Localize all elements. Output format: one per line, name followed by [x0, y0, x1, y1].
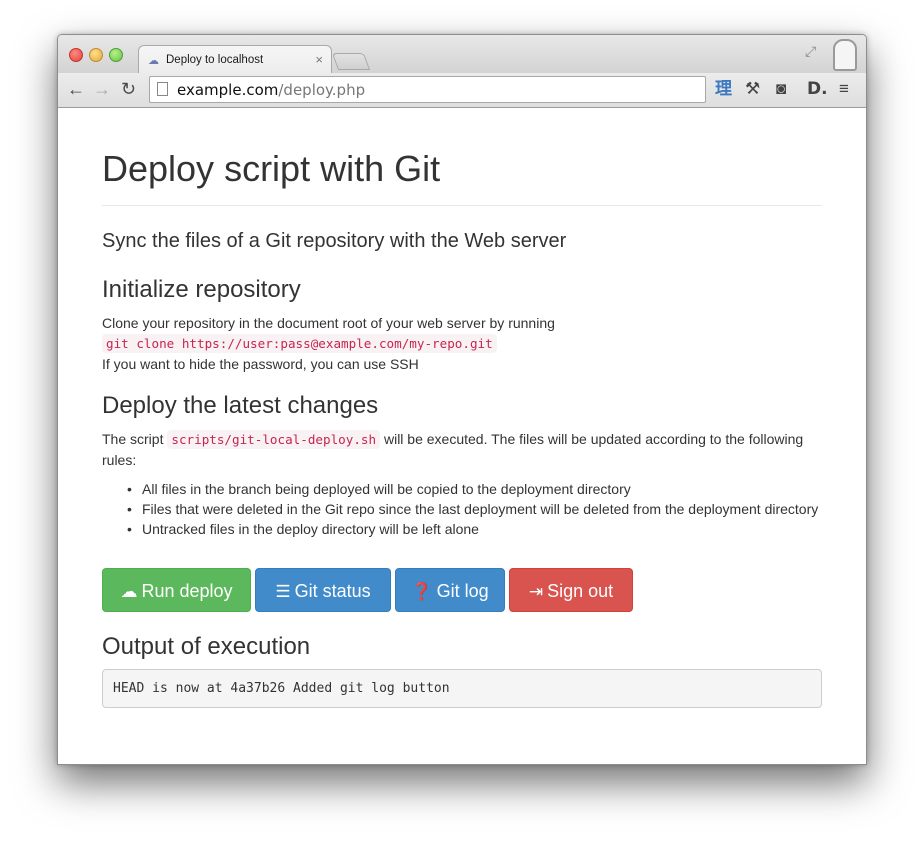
deploy-rules-list: All files in the branch being deployed w… — [127, 479, 822, 539]
list-item: All files in the branch being deployed w… — [127, 479, 822, 499]
page-content: Deploy script with Git Sync the files of… — [58, 108, 866, 764]
deploy-heading: Deploy the latest changes — [102, 392, 379, 419]
git-log-button[interactable]: ❓ Git log — [395, 568, 505, 612]
browser-toolbar: ← → ↻ example.com/deploy.php 理 ⚒ ◙ D. ≡ — [58, 73, 866, 108]
list-item: Files that were deleted in the Git repo … — [127, 499, 822, 519]
forward-arrow-icon[interactable]: → — [93, 79, 111, 99]
tab-favicon-icon: ☁ — [148, 55, 159, 67]
sign-out-icon: ⇥ — [528, 582, 544, 601]
question-circle-icon: ❓ — [411, 582, 433, 601]
sign-out-label: Sign out — [547, 581, 614, 601]
reload-icon[interactable]: ↻ — [121, 79, 136, 99]
zoom-window-button[interactable] — [109, 48, 123, 62]
profile-icon[interactable] — [833, 39, 857, 71]
deploy-text-before: The script — [102, 431, 168, 447]
browser-window: ☁ Deploy to localhost × ⤢ ← → ↻ example.… — [57, 34, 867, 765]
address-bar[interactable]: example.com/deploy.php — [149, 76, 706, 103]
url-text[interactable]: example.com/deploy.php — [177, 81, 365, 99]
git-status-button[interactable]: ☰ Git status — [255, 568, 391, 612]
sign-out-button[interactable]: ⇥ Sign out — [509, 568, 633, 612]
kanji-extension-icon[interactable]: 理 — [715, 79, 732, 99]
pocket-extension-icon[interactable]: ◙ — [776, 79, 786, 99]
deploy-script-name: scripts/git-local-deploy.sh — [167, 430, 381, 449]
title-divider — [102, 205, 822, 206]
url-path: /deploy.php — [278, 81, 366, 99]
close-window-button[interactable] — [69, 48, 83, 62]
back-arrow-icon[interactable]: ← — [67, 79, 85, 99]
initialize-heading: Initialize repository — [102, 276, 301, 303]
list-icon: ☰ — [275, 582, 291, 601]
git-log-label: Git log — [436, 581, 489, 601]
url-host: example.com — [177, 81, 279, 99]
git-status-label: Git status — [294, 581, 371, 601]
tab-close-icon[interactable]: × — [315, 52, 323, 67]
initialize-paragraph: Clone your repository in the document ro… — [102, 313, 822, 374]
browser-tab[interactable]: ☁ Deploy to localhost × — [138, 45, 332, 74]
clone-command: git clone https://user:pass@example.com/… — [102, 334, 497, 353]
initialize-line2: If you want to hide the password, you ca… — [102, 356, 419, 372]
fullscreen-icon[interactable]: ⤢ — [805, 43, 816, 60]
list-item: Untracked files in the deploy directory … — [127, 519, 822, 539]
page-lead: Sync the files of a Git repository with … — [102, 230, 567, 252]
deploy-paragraph: The script scripts/git-local-deploy.sh w… — [102, 429, 822, 470]
tab-title: Deploy to localhost — [166, 54, 264, 66]
minimize-window-button[interactable] — [89, 48, 103, 62]
output-box: HEAD is now at 4a37b26 Added git log but… — [102, 669, 822, 708]
page-icon — [157, 82, 168, 96]
cloud-upload-icon: ☁ — [120, 582, 138, 601]
output-heading: Output of execution — [102, 633, 311, 660]
title-bar: ☁ Deploy to localhost × ⤢ — [58, 35, 866, 74]
run-deploy-button[interactable]: ☁ Run deploy — [102, 568, 251, 612]
wrench-extension-icon[interactable]: ⚒ — [745, 79, 760, 99]
page-title: Deploy script with Git — [102, 148, 441, 189]
new-tab-button[interactable] — [331, 53, 371, 70]
d-extension-icon[interactable]: D. — [807, 79, 828, 99]
initialize-line1: Clone your repository in the document ro… — [102, 315, 555, 331]
menu-icon[interactable]: ≡ — [839, 79, 849, 99]
run-deploy-label: Run deploy — [141, 581, 233, 601]
